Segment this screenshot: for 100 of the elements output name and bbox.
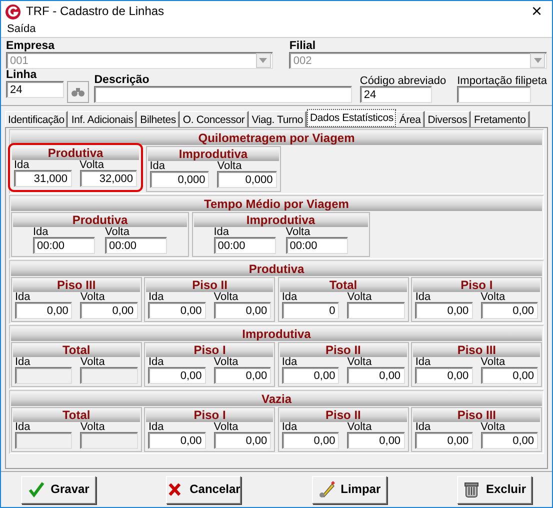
field-label: Ida <box>282 422 298 432</box>
trash-icon <box>462 480 481 498</box>
number-field[interactable]: 0,00 <box>148 432 206 449</box>
field-label: Volta <box>217 161 242 171</box>
group-header: Piso II <box>280 409 407 422</box>
field-label: Ida <box>148 357 165 367</box>
menu-item[interactable]: Saída <box>7 22 36 36</box>
group-header: Produtiva <box>12 147 139 160</box>
number-field[interactable]: 00:00 <box>105 237 167 254</box>
group-header: Total <box>280 279 407 292</box>
section-header: Vazia <box>11 392 542 406</box>
app-logo-icon <box>5 4 21 20</box>
group-header: Piso III <box>13 279 140 292</box>
field-label: Descrição <box>94 74 150 86</box>
number-field[interactable]: 0,00 <box>282 432 340 449</box>
clear-button[interactable]: Limpar <box>312 476 387 504</box>
group-header: Piso II <box>280 344 407 357</box>
field-label: Ida <box>148 292 165 302</box>
number-field[interactable]: 0 <box>282 302 340 319</box>
check-icon <box>28 480 46 498</box>
field-label: Ida <box>33 227 50 237</box>
number-field[interactable]: 0,00 <box>480 302 538 319</box>
number-field[interactable]: 32,000 <box>80 170 137 187</box>
number-field[interactable]: 0,00 <box>214 367 272 384</box>
tab[interactable]: Viag. Turno <box>248 111 308 127</box>
line-field[interactable]: 24 <box>6 81 64 98</box>
number-field[interactable] <box>347 302 405 319</box>
field-label: Ida <box>214 227 230 237</box>
field-label: Ida <box>148 422 165 432</box>
field-label: Linha <box>6 69 38 81</box>
group-header: Produtiva <box>13 214 187 227</box>
field-label: Volta <box>80 292 106 302</box>
number-field[interactable]: 31,000 <box>14 170 72 187</box>
field-label: Código abreviado <box>360 76 446 86</box>
field-label: Ida <box>415 422 432 432</box>
number-field[interactable]: 0,00 <box>480 432 538 449</box>
window-title: TRF - Cadastro de Linhas <box>26 4 166 19</box>
tab[interactable]: Diversos <box>424 111 472 127</box>
description-field[interactable] <box>94 86 352 103</box>
tab[interactable]: O. Concessor <box>180 111 249 127</box>
eraser-pencil-icon <box>318 480 336 498</box>
tab[interactable]: Área <box>396 111 425 127</box>
field-label: Volta <box>286 227 310 237</box>
tab[interactable]: Dados Estatísticos <box>307 109 396 127</box>
number-field[interactable]: 0,00 <box>214 302 272 319</box>
number-field[interactable]: 00:00 <box>33 237 95 254</box>
section-header: Improdutiva <box>11 327 542 341</box>
cancel-button[interactable]: Cancelar <box>166 476 242 504</box>
field-label: Volta <box>214 357 240 367</box>
field-label: Volta <box>347 357 373 367</box>
number-field[interactable]: 00:00 <box>286 237 348 254</box>
section-header: Tempo Médio por Viagem <box>11 197 542 211</box>
number-field[interactable]: 0,00 <box>214 432 272 449</box>
field-label: Empresa <box>6 40 56 52</box>
group-header: Piso III <box>413 409 540 422</box>
tab[interactable]: Fretamento <box>471 111 530 127</box>
group-header: Improdutiva <box>148 148 279 161</box>
field-label: Volta <box>80 422 106 432</box>
close-button[interactable]: × <box>525 0 548 22</box>
save-button[interactable]: Gravar <box>21 476 96 504</box>
number-field[interactable]: 0,00 <box>80 302 138 319</box>
group-header: Piso I <box>413 279 540 292</box>
import-field[interactable] <box>457 86 532 103</box>
number-field[interactable]: 0,00 <box>415 367 473 384</box>
field-label: Volta <box>80 160 105 170</box>
number-field[interactable]: 0,00 <box>415 302 473 319</box>
number-field[interactable]: 0,000 <box>150 171 210 188</box>
number-field[interactable]: 0,00 <box>148 367 206 384</box>
number-field[interactable]: 0,00 <box>415 432 473 449</box>
field-label: Volta <box>480 292 506 302</box>
number-field[interactable]: 00:00 <box>214 237 276 254</box>
code-field[interactable]: 24 <box>360 86 432 103</box>
number-field[interactable]: 0,00 <box>15 302 72 319</box>
group-header: Total <box>13 409 140 422</box>
number-field[interactable]: 0,00 <box>347 367 405 384</box>
number-field[interactable]: 0,00 <box>347 432 405 449</box>
group-header: Piso I <box>146 344 274 357</box>
number-field[interactable]: 0,00 <box>282 367 340 384</box>
tab[interactable]: Identificação <box>5 111 68 127</box>
number-field[interactable]: 0,00 <box>480 367 538 384</box>
field-label: Importação filipeta <box>457 76 547 86</box>
group-header: Improdutiva <box>194 214 368 227</box>
field-label: Volta <box>347 292 373 302</box>
number-field[interactable]: 0,000 <box>217 171 277 188</box>
tab[interactable]: Inf. Adicionais <box>68 111 138 127</box>
field-label: Volta <box>105 227 130 237</box>
number-field[interactable]: 0,00 <box>148 302 206 319</box>
delete-button[interactable]: Excluir <box>456 476 532 504</box>
field-label: Volta <box>480 422 506 432</box>
group-header: Total <box>13 344 140 357</box>
field-label: Ida <box>15 422 32 432</box>
field-label: Volta <box>80 357 106 367</box>
field-label: Filial <box>289 40 317 52</box>
search-button[interactable] <box>66 81 89 103</box>
field-label: Ida <box>415 357 432 367</box>
tab[interactable]: Bilhetes <box>137 111 180 127</box>
field-label: Volta <box>347 422 373 432</box>
field-label: Ida <box>15 292 32 302</box>
group-header: Piso III <box>413 344 540 357</box>
field-label: Volta <box>214 292 240 302</box>
